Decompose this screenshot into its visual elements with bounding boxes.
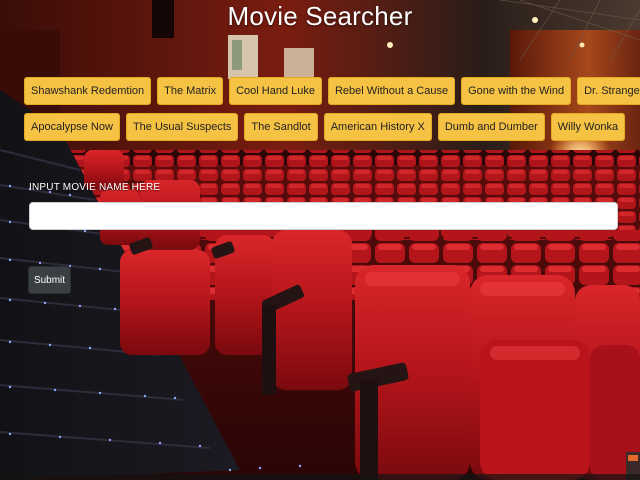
movie-button-the-usual-suspects[interactable]: The Usual Suspects	[125, 113, 239, 141]
movie-button-the-matrix[interactable]: The Matrix	[157, 77, 224, 105]
movie-button-cool-hand-luke[interactable]: Cool Hand Luke	[229, 77, 322, 105]
submit-button[interactable]: Submit	[28, 266, 71, 294]
movie-button-shawshank-redemtion[interactable]: Shawshank Redemtion	[24, 77, 152, 105]
movie-button-gone-with-the-wind[interactable]: Gone with the Wind	[461, 77, 572, 105]
cinema-background-image	[0, 0, 640, 480]
movie-button-willy-wonka[interactable]: Willy Wonka	[550, 113, 626, 141]
movie-buttons-row-2: Apocalypse Now The Usual Suspects The Sa…	[24, 113, 626, 141]
movie-button-apocalypse-now[interactable]: Apocalypse Now	[24, 113, 120, 141]
movie-button-dumb-and-dumber[interactable]: Dumb and Dumber	[437, 113, 545, 141]
movie-button-dr-strangelove[interactable]: Dr. Strangelove	[577, 77, 640, 105]
page-title: Movie Searcher	[227, 1, 413, 31]
movie-button-rebel-without-a-cause[interactable]: Rebel Without a Cause	[327, 77, 456, 105]
page-container: Movie Searcher Shawshank Redemtion The M…	[0, 0, 640, 480]
movie-name-label: INPUT MOVIE NAME HERE	[29, 182, 161, 193]
movie-button-american-history-x[interactable]: American History X	[323, 113, 432, 141]
movie-button-the-sandlot[interactable]: The Sandlot	[244, 113, 318, 141]
movie-buttons-row-1: Shawshank Redemtion The Matrix Cool Hand…	[24, 77, 640, 105]
movie-name-input[interactable]	[29, 202, 618, 230]
